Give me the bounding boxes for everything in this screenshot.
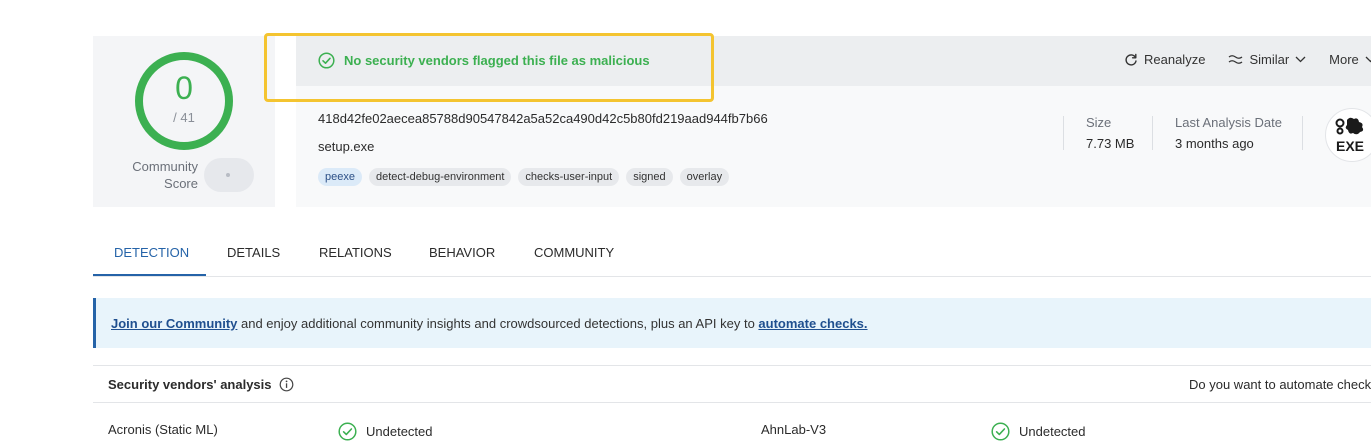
detection-total: / 41 <box>173 110 195 125</box>
info-icon[interactable] <box>279 377 294 392</box>
tab-relations[interactable]: RELATIONS <box>319 245 392 260</box>
vendors-title: Security vendors' analysis <box>108 377 294 392</box>
tag-chip[interactable]: detect-debug-environment <box>368 168 512 186</box>
table-row: Acronis (Static ML) Undetected AhnLab-V3… <box>93 403 1371 441</box>
detection-score-panel: 0 / 41 Community Score <box>93 36 275 207</box>
reanalyze-button[interactable]: Reanalyze <box>1124 52 1205 67</box>
file-hash[interactable]: 418d42fe02aecea85788d90547842a5a52ca490d… <box>318 111 768 126</box>
similar-dropdown[interactable]: Similar <box>1228 52 1306 67</box>
file-type-text: EXE <box>1336 138 1365 154</box>
join-community-link[interactable]: Join our Community <box>111 316 237 331</box>
tab-bar: DETECTION DETAILS RELATIONS BEHAVIOR COM… <box>93 232 1371 277</box>
more-dropdown[interactable]: More <box>1329 52 1371 67</box>
size-value: 7.73 MB <box>1086 136 1135 151</box>
community-score-pill[interactable] <box>204 158 254 192</box>
check-circle-icon <box>991 422 1010 441</box>
vendor-status: Undetected <box>338 422 433 441</box>
divider <box>1152 116 1153 150</box>
tab-behavior[interactable]: BEHAVIOR <box>429 245 495 260</box>
file-name: setup.exe <box>318 139 375 154</box>
check-circle-icon <box>338 422 357 441</box>
detection-count: 0 <box>175 70 193 106</box>
vendor-name: Acronis (Static ML) <box>108 422 218 437</box>
size-label: Size <box>1086 115 1112 130</box>
tab-detection[interactable]: DETECTION <box>114 245 189 260</box>
tab-details[interactable]: DETAILS <box>227 245 280 260</box>
gear-icon <box>1335 117 1364 135</box>
automate-checks-link[interactable]: automate checks. <box>758 316 867 331</box>
chevron-down-icon <box>1365 56 1371 63</box>
community-info-text: Join our Community and enjoy additional … <box>111 316 868 331</box>
refresh-icon <box>1125 53 1137 66</box>
chevron-down-icon <box>1295 56 1306 63</box>
last-analysis-value: 3 months ago <box>1175 136 1254 151</box>
action-toolbar: Reanalyze Similar More <box>1124 52 1371 67</box>
file-tags: peexe detect-debug-environment checks-us… <box>318 168 730 186</box>
tag-chip[interactable]: checks-user-input <box>518 168 620 186</box>
active-tab-indicator <box>93 274 206 276</box>
divider <box>1302 116 1303 150</box>
community-info-banner: Join our Community and enjoy additional … <box>93 298 1371 348</box>
community-score-dot <box>226 173 230 177</box>
similar-icon <box>1229 54 1243 64</box>
vendor-status: Undetected <box>991 422 1086 441</box>
community-score-label: Community Score <box>132 159 198 191</box>
divider <box>1063 116 1064 150</box>
tag-chip[interactable]: signed <box>626 168 673 186</box>
highlight-box <box>264 33 714 102</box>
tag-chip[interactable]: peexe <box>318 168 362 186</box>
last-analysis-label: Last Analysis Date <box>1175 115 1282 130</box>
file-type-badge: EXE <box>1325 108 1371 162</box>
vendor-name: AhnLab-V3 <box>761 422 827 437</box>
tag-chip[interactable]: overlay <box>679 168 730 186</box>
vendors-header: Security vendors' analysis Do you want t… <box>93 365 1371 403</box>
automate-prompt: Do you want to automate checks? <box>1189 377 1371 392</box>
tab-community[interactable]: COMMUNITY <box>534 245 614 260</box>
